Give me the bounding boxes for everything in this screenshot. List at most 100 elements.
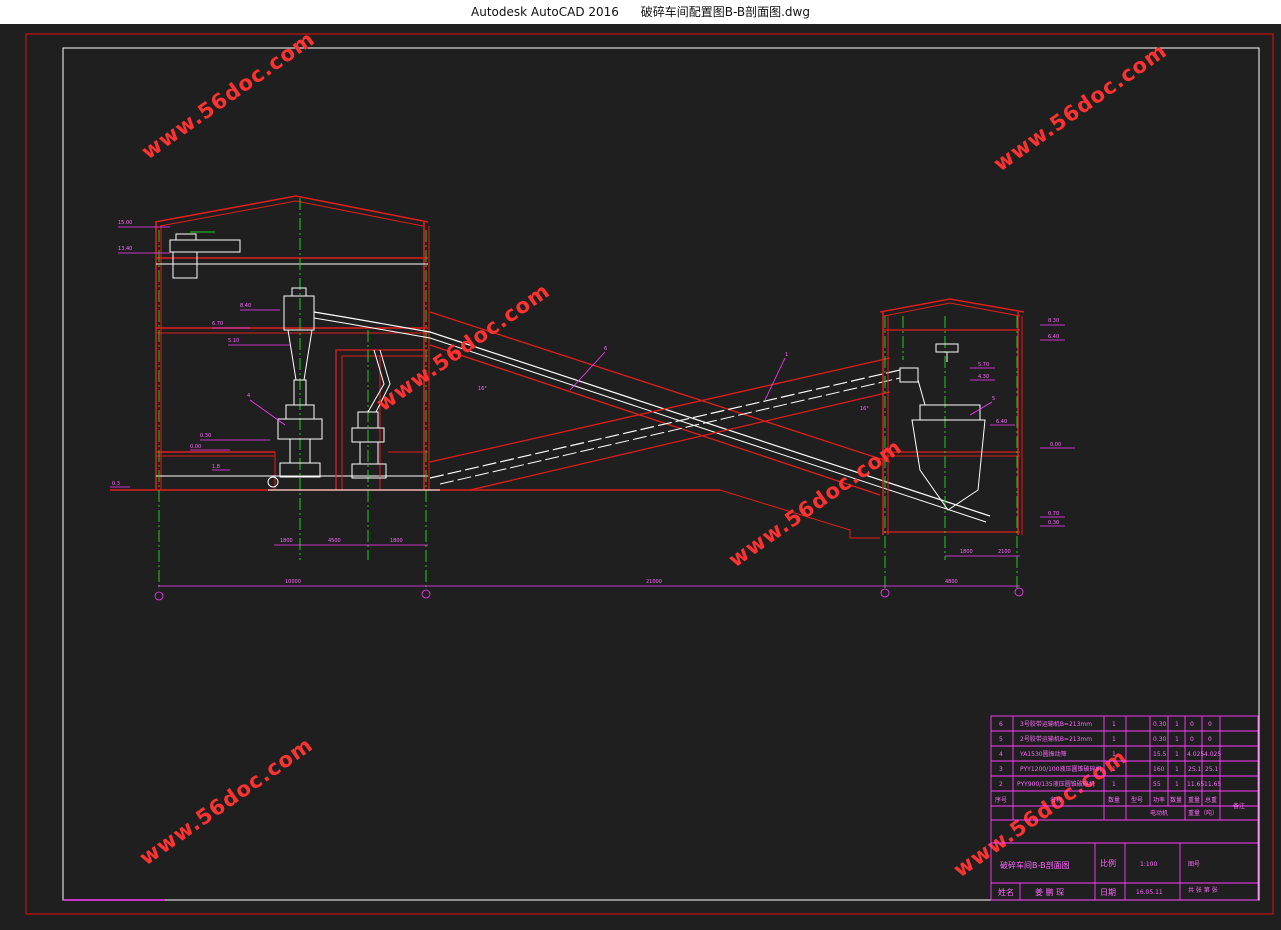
svg-text:0: 0 [1208, 736, 1212, 743]
svg-text:16.05.11: 16.05.11 [1136, 889, 1163, 896]
svg-text:1: 1 [1112, 751, 1116, 758]
svg-text:0: 0 [1208, 721, 1212, 728]
svg-text:2号胶带运输机B=213mm: 2号胶带运输机B=213mm [1020, 735, 1092, 743]
watermark-4: www.56doc.com [724, 434, 906, 572]
dimension-lines [110, 226, 1075, 601]
svg-text:电动机: 电动机 [1150, 809, 1168, 817]
svg-text:1.8: 1.8 [212, 464, 220, 470]
svg-text:160: 160 [1153, 766, 1165, 773]
svg-text:15.5: 15.5 [1153, 751, 1167, 758]
svg-text:1: 1 [1175, 721, 1179, 728]
svg-text:0.70: 0.70 [1048, 511, 1059, 517]
window-title-bar: Autodesk AutoCAD 2016 破碎车间配置图B-B剖面图.dwg [0, 0, 1281, 24]
svg-text:4: 4 [247, 393, 250, 399]
svg-text:1: 1 [1175, 766, 1179, 773]
svg-text:0.30: 0.30 [1048, 520, 1059, 526]
svg-text:破碎车间B-B剖面图: 破碎车间B-B剖面图 [1000, 860, 1070, 870]
svg-text:1: 1 [1112, 721, 1116, 728]
svg-text:4.025: 4.025 [1187, 751, 1204, 758]
watermark-3: www.56doc.com [372, 278, 554, 416]
svg-text:0.30: 0.30 [1153, 736, 1167, 743]
svg-text:1800: 1800 [390, 538, 403, 544]
svg-text:1: 1 [1112, 736, 1116, 743]
svg-text:0.00: 0.00 [1050, 442, 1061, 448]
svg-text:1: 1 [1112, 766, 1116, 773]
drawing-canvas[interactable]: 15.00 13.40 8.40 6.70 5.10 0.30 0.00 1.8… [0, 24, 1281, 930]
svg-text:16°: 16° [478, 386, 487, 392]
svg-text:YA1530圆振动筛: YA1530圆振动筛 [1019, 750, 1067, 758]
svg-text:名称: 名称 [1050, 796, 1062, 804]
svg-text:10000: 10000 [285, 579, 301, 585]
svg-text:4: 4 [999, 751, 1003, 758]
svg-text:0.3: 0.3 [112, 481, 120, 487]
svg-text:型号: 型号 [1131, 796, 1143, 804]
svg-text:16°: 16° [860, 406, 869, 412]
svg-text:备注: 备注 [1233, 802, 1245, 810]
svg-text:13.40: 13.40 [118, 246, 132, 252]
svg-text:4.025: 4.025 [1204, 751, 1221, 758]
svg-text:4500: 4500 [328, 538, 341, 544]
svg-text:0.30: 0.30 [1153, 721, 1167, 728]
svg-text:0: 0 [1190, 721, 1194, 728]
watermark-1: www.56doc.com [137, 26, 319, 164]
svg-text:4800: 4800 [945, 579, 958, 585]
svg-text:1800: 1800 [280, 538, 293, 544]
watermark-2: www.56doc.com [989, 38, 1171, 176]
svg-text:重量: 重量 [1188, 796, 1200, 804]
elevation-labels: 15.00 13.40 8.40 6.70 5.10 0.30 0.00 1.8… [112, 220, 1061, 526]
cad-drawing[interactable]: 15.00 13.40 8.40 6.70 5.10 0.30 0.00 1.8… [0, 24, 1281, 930]
svg-text:55: 55 [1153, 781, 1161, 788]
conveyors [313, 311, 991, 539]
svg-text:图号: 图号 [1188, 861, 1200, 868]
svg-text:PYY900/135液压圆锥破碎机: PYY900/135液压圆锥破碎机 [1017, 780, 1095, 788]
app-title: Autodesk AutoCAD 2016 [471, 5, 619, 19]
svg-text:1: 1 [1175, 781, 1179, 788]
svg-text:3: 3 [999, 766, 1003, 773]
svg-text:姓名: 姓名 [998, 887, 1014, 897]
svg-text:1800: 1800 [960, 549, 973, 555]
right-building [879, 298, 1025, 590]
watermark-5: www.56doc.com [135, 732, 317, 870]
svg-text:重量（吨）: 重量（吨） [1188, 809, 1218, 817]
svg-text:5.70: 5.70 [978, 362, 989, 368]
svg-text:8.30: 8.30 [1048, 318, 1059, 324]
svg-text:1: 1 [785, 352, 788, 358]
svg-text:11.65: 11.65 [1204, 781, 1221, 788]
svg-text:5.10: 5.10 [228, 338, 239, 344]
svg-text:11.65: 11.65 [1187, 781, 1204, 788]
svg-text:1: 1 [1175, 751, 1179, 758]
svg-text:0: 0 [1190, 736, 1194, 743]
svg-text:15.00: 15.00 [118, 220, 132, 226]
svg-text:功率: 功率 [1153, 796, 1165, 804]
svg-text:6: 6 [999, 721, 1003, 728]
watermarks: www.56doc.com www.56doc.com www.56doc.co… [135, 26, 1171, 882]
svg-text:6.40: 6.40 [1048, 334, 1059, 340]
svg-text:共 张 第 张: 共 张 第 张 [1188, 886, 1218, 894]
svg-text:6.70: 6.70 [212, 321, 223, 327]
svg-text:5: 5 [999, 736, 1003, 743]
svg-text:21000: 21000 [646, 579, 662, 585]
svg-text:25.1: 25.1 [1205, 766, 1219, 773]
svg-text:比例: 比例 [1100, 858, 1116, 868]
svg-text:0.30: 0.30 [200, 433, 211, 439]
svg-text:6.40: 6.40 [996, 419, 1007, 425]
svg-text:1: 1 [1175, 736, 1179, 743]
svg-text:8.40: 8.40 [240, 303, 251, 309]
svg-text:总重: 总重 [1205, 796, 1217, 804]
file-title: 破碎车间配置图B-B剖面图.dwg [640, 5, 810, 19]
svg-text:数量: 数量 [1108, 796, 1120, 804]
svg-text:3号胶带运输机B=213mm: 3号胶带运输机B=213mm [1020, 720, 1092, 728]
svg-text:1:100: 1:100 [1140, 861, 1157, 868]
svg-text:5: 5 [992, 396, 995, 402]
svg-text:2100: 2100 [998, 549, 1011, 555]
dimension-values: 10000 21000 4800 1800 4500 1800 1800 210… [247, 346, 1011, 585]
svg-text:数量: 数量 [1170, 796, 1182, 804]
svg-text:25.1: 25.1 [1188, 766, 1202, 773]
svg-text:2: 2 [999, 781, 1003, 788]
svg-text:日期: 日期 [1100, 888, 1116, 897]
svg-text:1: 1 [1112, 781, 1116, 788]
svg-text:0.00: 0.00 [190, 444, 201, 450]
svg-text:PYY1200/100液压圆锥破碎机: PYY1200/100液压圆锥破碎机 [1020, 765, 1102, 773]
svg-text:姜 鹏 琛: 姜 鹏 琛 [1035, 887, 1064, 897]
svg-text:序号: 序号 [995, 796, 1007, 804]
